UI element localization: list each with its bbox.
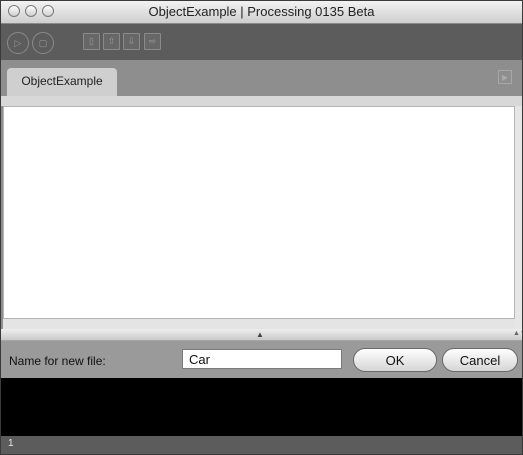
tab-menu-button[interactable]: ▶: [498, 70, 512, 84]
stop-button[interactable]: ▢: [32, 32, 54, 54]
console-area[interactable]: [1, 378, 522, 436]
play-icon: ▷: [14, 37, 22, 48]
window-title: ObjectExample | Processing 0135 Beta: [148, 4, 375, 19]
editor-console-splitter[interactable]: ▲: [1, 329, 522, 341]
new-file-prompt-bar: Name for new file: OK Cancel: [1, 341, 522, 378]
processing-window: ObjectExample | Processing 0135 Beta ▷ ▢…: [0, 0, 523, 455]
chevron-up-icon: ▲: [256, 330, 264, 339]
run-button[interactable]: ▷: [7, 32, 29, 54]
cancel-button[interactable]: Cancel: [442, 348, 518, 372]
arrow-right-icon: ▶: [501, 72, 509, 82]
status-footer: 1: [1, 436, 522, 454]
new-button[interactable]: ▯: [83, 33, 100, 50]
new-file-name-input[interactable]: [182, 349, 342, 369]
open-button[interactable]: ⇧: [103, 33, 120, 50]
horizontal-scrollbar[interactable]: [3, 319, 515, 329]
vertical-scrollbar[interactable]: [515, 106, 522, 341]
save-icon: ⇩: [127, 36, 136, 46]
editor-header: [1, 96, 522, 106]
open-icon: ⇧: [107, 36, 116, 46]
line-number: 1: [8, 438, 14, 449]
new-file-label: Name for new file:: [9, 354, 106, 368]
scroll-arrows-icon[interactable]: ▲▼: [513, 330, 522, 337]
save-button[interactable]: ⇩: [123, 33, 140, 50]
toolbar: ▷ ▢ ▯ ⇧ ⇩ ⇨: [1, 24, 522, 60]
export-icon: ⇨: [148, 36, 157, 46]
ok-button[interactable]: OK: [353, 348, 437, 372]
code-editor[interactable]: [3, 106, 515, 319]
tab-objectexample[interactable]: ObjectExample: [7, 68, 117, 96]
new-file-icon: ▯: [89, 36, 94, 46]
stop-icon: ▢: [38, 37, 48, 48]
title-bar[interactable]: ObjectExample | Processing 0135 Beta: [1, 1, 522, 24]
export-button[interactable]: ⇨: [144, 33, 161, 50]
tab-bar: ObjectExample ▶: [1, 60, 522, 96]
